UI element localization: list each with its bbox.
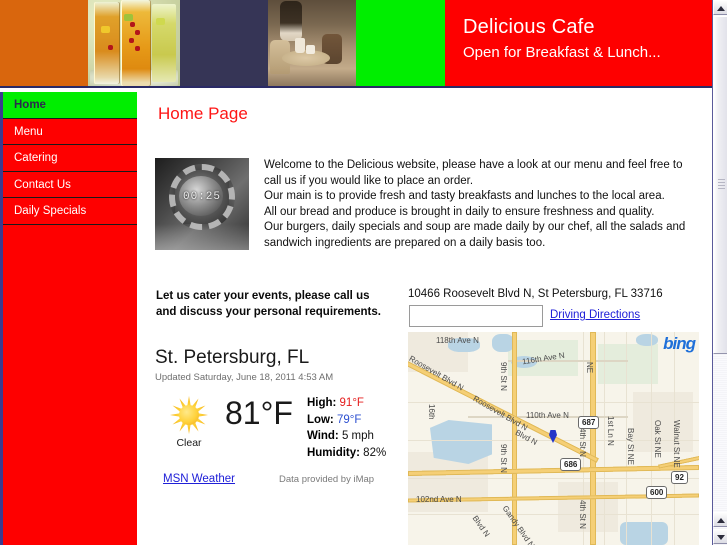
main-content: Home Page 00:25 Welcome to the Delicious…	[137, 92, 712, 545]
map-label-102nd-ave: 102nd Ave N	[416, 495, 462, 504]
map-label-1st-ln-n: 1st Ln N	[606, 416, 615, 446]
weather-data-provider: Data provided by iMap	[279, 474, 375, 485]
weather-high-value: 91°F	[339, 397, 364, 409]
scroll-page-up-button[interactable]	[713, 512, 727, 527]
scrollbar-grip	[718, 177, 725, 189]
weather-stat-high: High: 91°F	[307, 395, 386, 412]
sidebar-navigation: Home Menu Catering Contact Us Daily Spec…	[0, 92, 137, 545]
header-navy-block	[180, 0, 268, 86]
weather-footer: MSN Weather Data provided by iMap	[155, 473, 405, 485]
weather-body: Clear 81°F High: 91°F Low: 79°F Wind: 5 …	[155, 393, 405, 461]
browser-page: Delicious Cafe Open for Breakfast & Lunc…	[0, 0, 727, 545]
header-iced-tea-photo	[88, 0, 180, 86]
weather-stat-low: Low: 79°F	[307, 412, 386, 429]
welcome-line-4: Our burgers, daily specials and soup are…	[264, 221, 686, 249]
welcome-section: 00:25 Welcome to the Delicious website, …	[155, 158, 700, 252]
sidebar-item-catering[interactable]: Catering	[3, 145, 137, 172]
business-address: 10466 Roosevelt Blvd N, St Petersburg, F…	[408, 288, 663, 300]
weather-city: St. Petersburg, FL	[155, 347, 310, 368]
thumbnail-digits: 00:25	[183, 191, 222, 203]
scroll-up-arrow-button[interactable]	[713, 0, 727, 15]
route-shield-92: 92	[671, 471, 688, 484]
weather-high-label: High:	[306, 397, 337, 409]
weather-stat-humidity: Humidity: 82%	[307, 445, 386, 462]
page-title: Home Page	[158, 104, 248, 123]
welcome-line-1: Welcome to the Delicious website, please…	[264, 159, 683, 187]
weather-stats: High: 91°F Low: 79°F Wind: 5 mph Humidit…	[307, 393, 386, 461]
scroll-down-arrow-button[interactable]	[713, 529, 727, 544]
route-shield-600: 600	[646, 486, 668, 499]
weather-icon-column: Clear	[155, 393, 223, 449]
weather-stat-wind: Wind: 5 mph	[307, 428, 386, 445]
scrollbar-thumb[interactable]	[713, 16, 727, 354]
map-label-4th-st-n-1: 4th St N	[578, 428, 587, 457]
map-label-walnut-st-ne: Walnut St NE	[672, 420, 681, 468]
scroll-down-arrow-icon	[717, 535, 725, 540]
catering-line-2: and discuss your personal requirements.	[156, 306, 381, 318]
driving-directions-link[interactable]: Driving Directions	[550, 309, 640, 321]
weather-wind-label: Wind:	[306, 430, 339, 442]
directions-start-address-input[interactable]	[409, 305, 543, 327]
site-title: Delicious Cafe	[463, 16, 595, 38]
sidebar-item-contact-us[interactable]: Contact Us	[3, 172, 137, 198]
weather-low-value: 79°F	[336, 413, 362, 426]
map-label-9th-st-n-2: 9th St N	[499, 444, 508, 473]
weather-condition: Clear	[176, 437, 202, 449]
weather-updated-timestamp: Updated Saturday, June 18, 2011 4:53 AM	[155, 372, 334, 383]
weather-current-temperature: 81°F	[225, 395, 293, 431]
scroll-up-arrow-icon	[717, 6, 725, 11]
map-label-9th-st-n-1: 9th St N	[499, 362, 508, 391]
sun-icon	[168, 396, 210, 434]
weather-low-label: Low:	[306, 413, 334, 426]
route-shield-686: 686	[560, 458, 582, 471]
map-label-bay-st-ne: Bay St NE	[626, 428, 635, 465]
map-label-118th-ave: 118th Ave N	[436, 336, 479, 345]
sidebar-item-home[interactable]: Home	[3, 92, 137, 119]
weather-humidity-label: Humidity:	[306, 446, 360, 459]
weather-humidity-value: 82%	[363, 446, 387, 459]
catering-line-1: Let us cater your events, please call us	[156, 290, 370, 302]
route-shield-687-upper: 687	[578, 416, 600, 429]
map-label-oak-st-ne: Oak St NE	[653, 420, 662, 458]
site-tagline: Open for Breakfast & Lunch...	[463, 44, 661, 61]
map-label-4th-st-n-2: 4th St N	[578, 500, 587, 529]
weather-wind-value: 5 mph	[341, 430, 374, 442]
sidebar-item-daily-specials[interactable]: Daily Specials	[3, 198, 137, 225]
msn-weather-link[interactable]: MSN Weather	[163, 473, 235, 485]
sidebar-item-menu[interactable]: Menu	[3, 119, 137, 145]
bing-logo: bing	[663, 334, 696, 353]
scroll-page-up-arrow-icon	[717, 518, 725, 523]
header-cafe-interior-photo	[268, 0, 356, 86]
weather-widget: St. Petersburg, FL Updated Saturday, Jun…	[155, 347, 405, 485]
map-label-110th-ave: 110th Ave N	[526, 411, 569, 420]
welcome-line-2: Our main is to provide fresh and tasty b…	[264, 190, 665, 203]
welcome-line-3: All our bread and produce is brought in …	[264, 205, 655, 218]
header-title-block: Delicious Cafe Open for Breakfast & Lunc…	[445, 0, 712, 86]
header-orange-block	[0, 0, 88, 86]
bing-map[interactable]: 118th Ave N 116th Ave N 110th Ave N 102n…	[408, 332, 699, 545]
map-label-16th: 16th	[427, 404, 436, 420]
catering-callout: Let us cater your events, please call us…	[156, 288, 406, 320]
header-green-block	[356, 0, 445, 86]
welcome-paragraphs: Welcome to the Delicious website, please…	[264, 158, 700, 252]
welcome-thumbnail-image: 00:25	[155, 158, 249, 250]
site-header-banner: Delicious Cafe Open for Breakfast & Lunc…	[0, 0, 712, 88]
map-label-ne: NE	[585, 362, 594, 374]
vertical-scrollbar[interactable]	[712, 0, 727, 545]
